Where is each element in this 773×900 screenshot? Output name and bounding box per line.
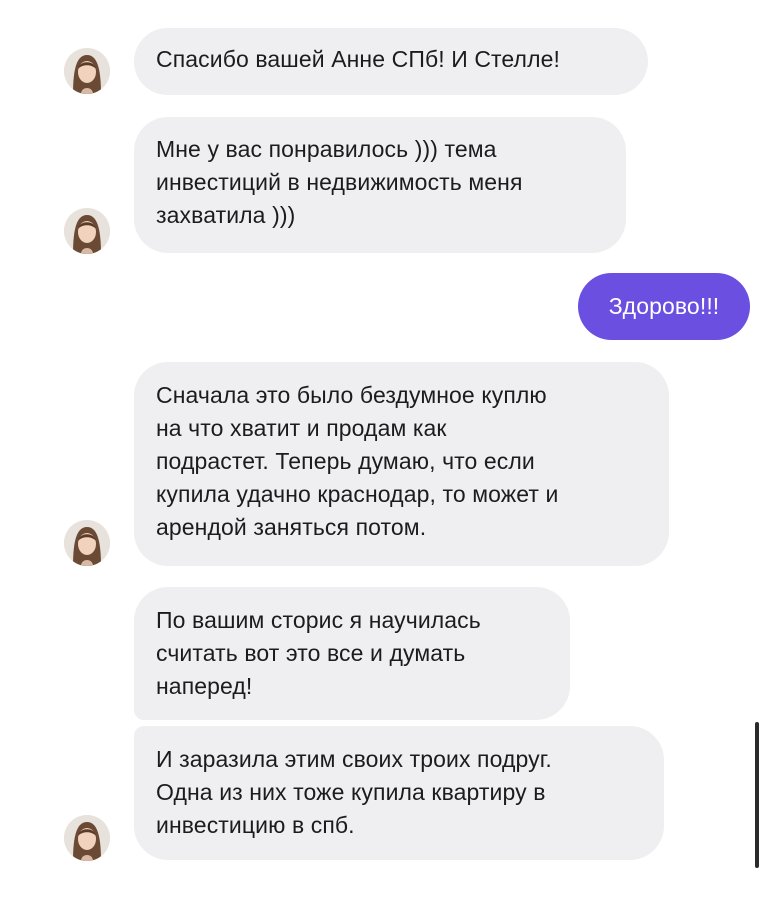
message-bubble[interactable]: Спасибо вашей Анне СПб! И Стелле! — [134, 28, 648, 95]
avatar[interactable] — [64, 208, 110, 254]
avatar[interactable] — [64, 520, 110, 566]
message-bubble[interactable]: Мне у вас понравилось ))) тема инвестици… — [134, 117, 626, 253]
user-avatar-icon — [64, 48, 110, 94]
user-avatar-icon — [64, 815, 110, 861]
avatar[interactable] — [64, 48, 110, 94]
avatar[interactable] — [64, 815, 110, 861]
message-bubble[interactable]: И заразила этим своих троих подруг. Одна… — [134, 726, 664, 860]
scrollbar[interactable] — [755, 722, 759, 868]
user-avatar-icon — [64, 208, 110, 254]
user-avatar-icon — [64, 520, 110, 566]
message-bubble[interactable]: Сначала это было бездумное куплю на что … — [134, 362, 669, 566]
chat-thread: Спасибо вашей Анне СПб! И Стелле! Мне у … — [0, 0, 773, 900]
message-bubble[interactable]: По вашим сторис я научилась считать вот … — [134, 587, 570, 720]
message-bubble-outgoing[interactable]: Здорово!!! — [578, 273, 750, 340]
